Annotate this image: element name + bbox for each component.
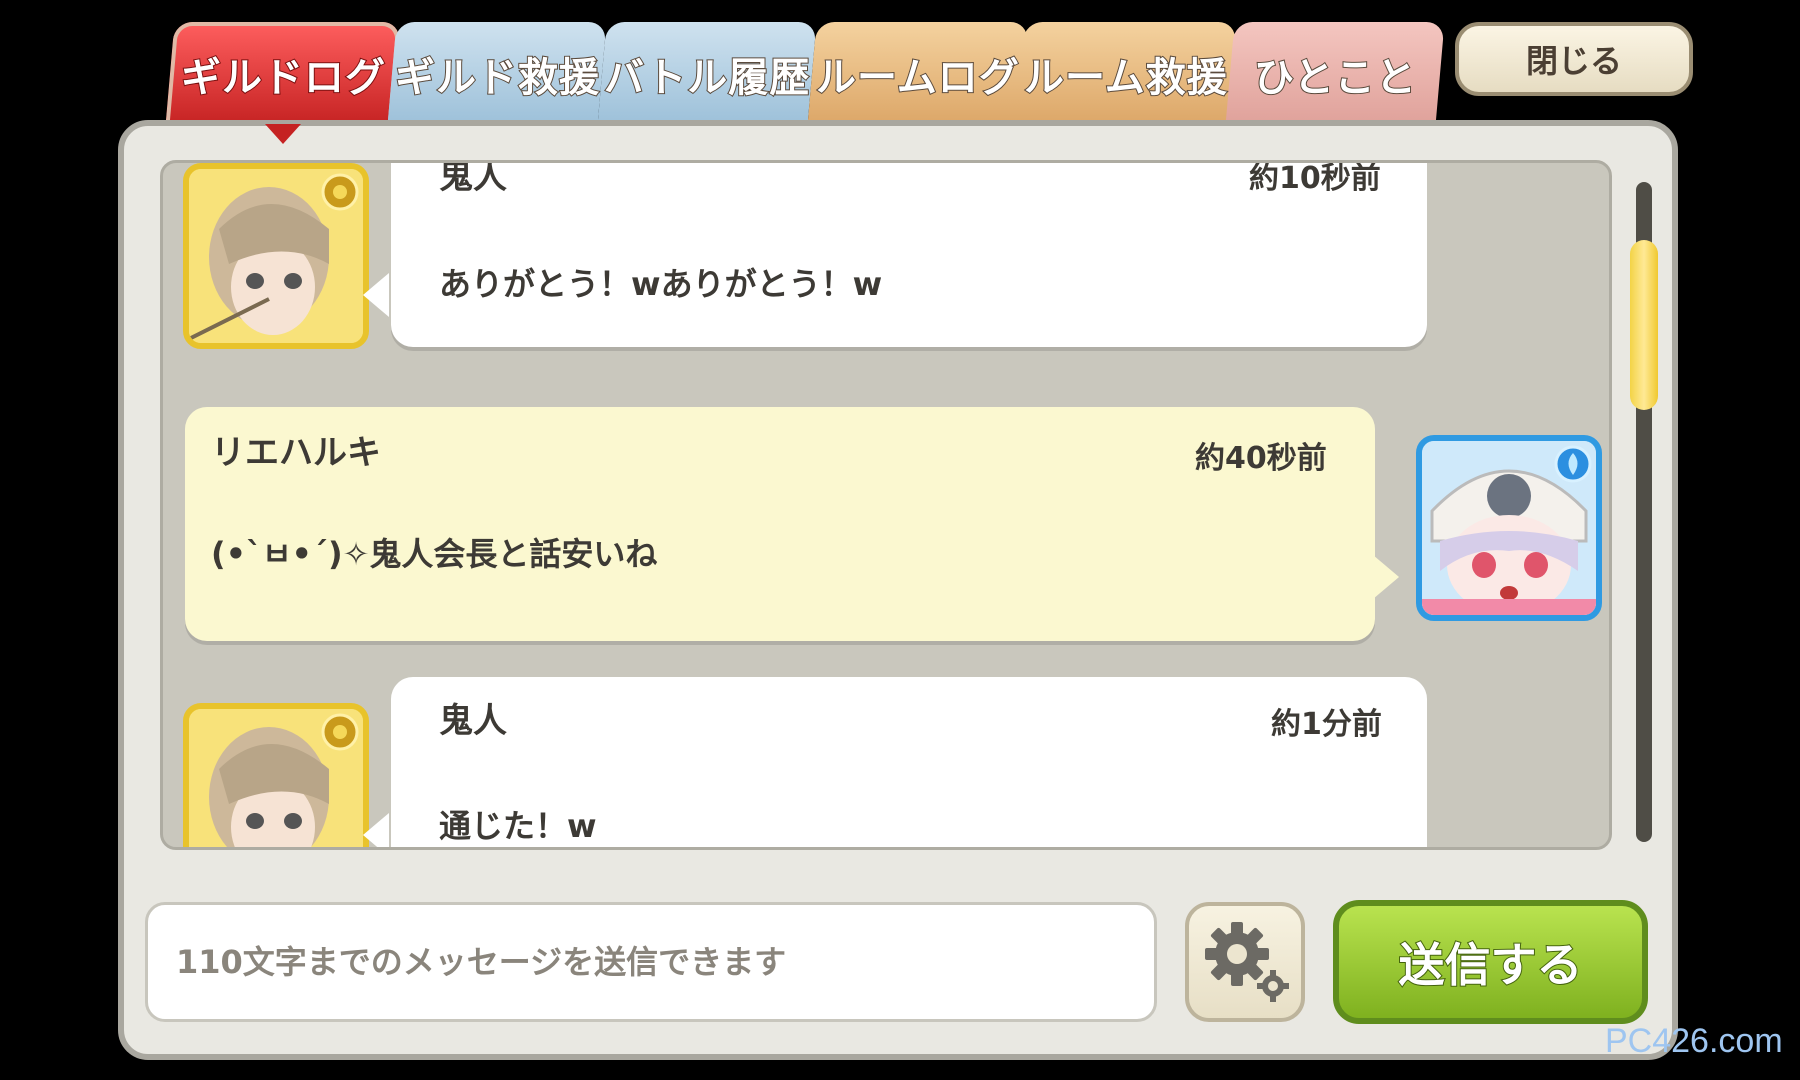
avatar[interactable] <box>183 163 369 349</box>
message-sender: リエハルキ <box>211 433 381 473</box>
tab-battle-history-label: バトル履歴 <box>603 54 811 102</box>
avatar[interactable] <box>183 703 369 847</box>
message-text: (•`ㅂ•´)✧鬼人会長と話安いね <box>211 535 658 573</box>
tab-guild-log[interactable]: ギルドログ <box>165 22 401 126</box>
chat-log[interactable]: 鬼人 約10秒前 ありがとう！wありがとう！w リエハルキ 約40秒前 (•`ㅂ… <box>160 160 1612 850</box>
active-tab-pointer <box>265 124 301 144</box>
avatar[interactable] <box>1416 435 1602 621</box>
close-button-label: 閉じる <box>1525 42 1622 80</box>
message-text: ありがとう！wありがとう！w <box>439 265 883 303</box>
message-input[interactable] <box>145 902 1157 1022</box>
send-button-label: 送信する <box>1398 937 1584 993</box>
bubble-tail <box>1373 555 1399 599</box>
avatar-badge-icon <box>321 713 359 751</box>
send-button[interactable]: 送信する <box>1333 900 1648 1024</box>
message-time: 約40秒前 <box>1195 441 1327 476</box>
message-text: 通じた！w <box>439 807 597 845</box>
tab-room-rescue-label: ルーム救援 <box>1023 54 1229 102</box>
settings-button[interactable] <box>1185 902 1305 1022</box>
gear-icon <box>1205 922 1289 1002</box>
avatar-badge-icon <box>321 173 359 211</box>
watermark: PC426.com <box>1605 1022 1783 1060</box>
message-sender: 鬼人 <box>439 160 507 197</box>
tab-room-rescue[interactable]: ルーム救援 <box>1015 22 1237 126</box>
message-sender: 鬼人 <box>439 701 507 741</box>
close-button[interactable]: 閉じる <box>1455 22 1693 96</box>
avatar-badge-icon <box>1554 445 1592 483</box>
tab-guild-rescue[interactable]: ギルド救援 <box>387 22 607 126</box>
tab-guild-rescue-label: ギルド救援 <box>394 54 601 102</box>
tab-battle-history[interactable]: バトル履歴 <box>597 22 817 126</box>
tab-room-log[interactable]: ルームログ <box>807 22 1029 126</box>
tab-room-log-label: ルームログ <box>815 54 1021 102</box>
message-time: 約1分前 <box>1271 707 1382 742</box>
tab-hitokoto-label: ひとこと <box>1253 54 1418 102</box>
tab-hitokoto[interactable]: ひとこと <box>1225 22 1445 126</box>
bubble-tail <box>363 273 389 317</box>
message-time: 約10秒前 <box>1249 161 1381 196</box>
bubble-tail <box>363 813 389 847</box>
scrollbar-thumb[interactable] <box>1630 240 1658 410</box>
tab-guild-log-label: ギルドログ <box>180 54 387 102</box>
